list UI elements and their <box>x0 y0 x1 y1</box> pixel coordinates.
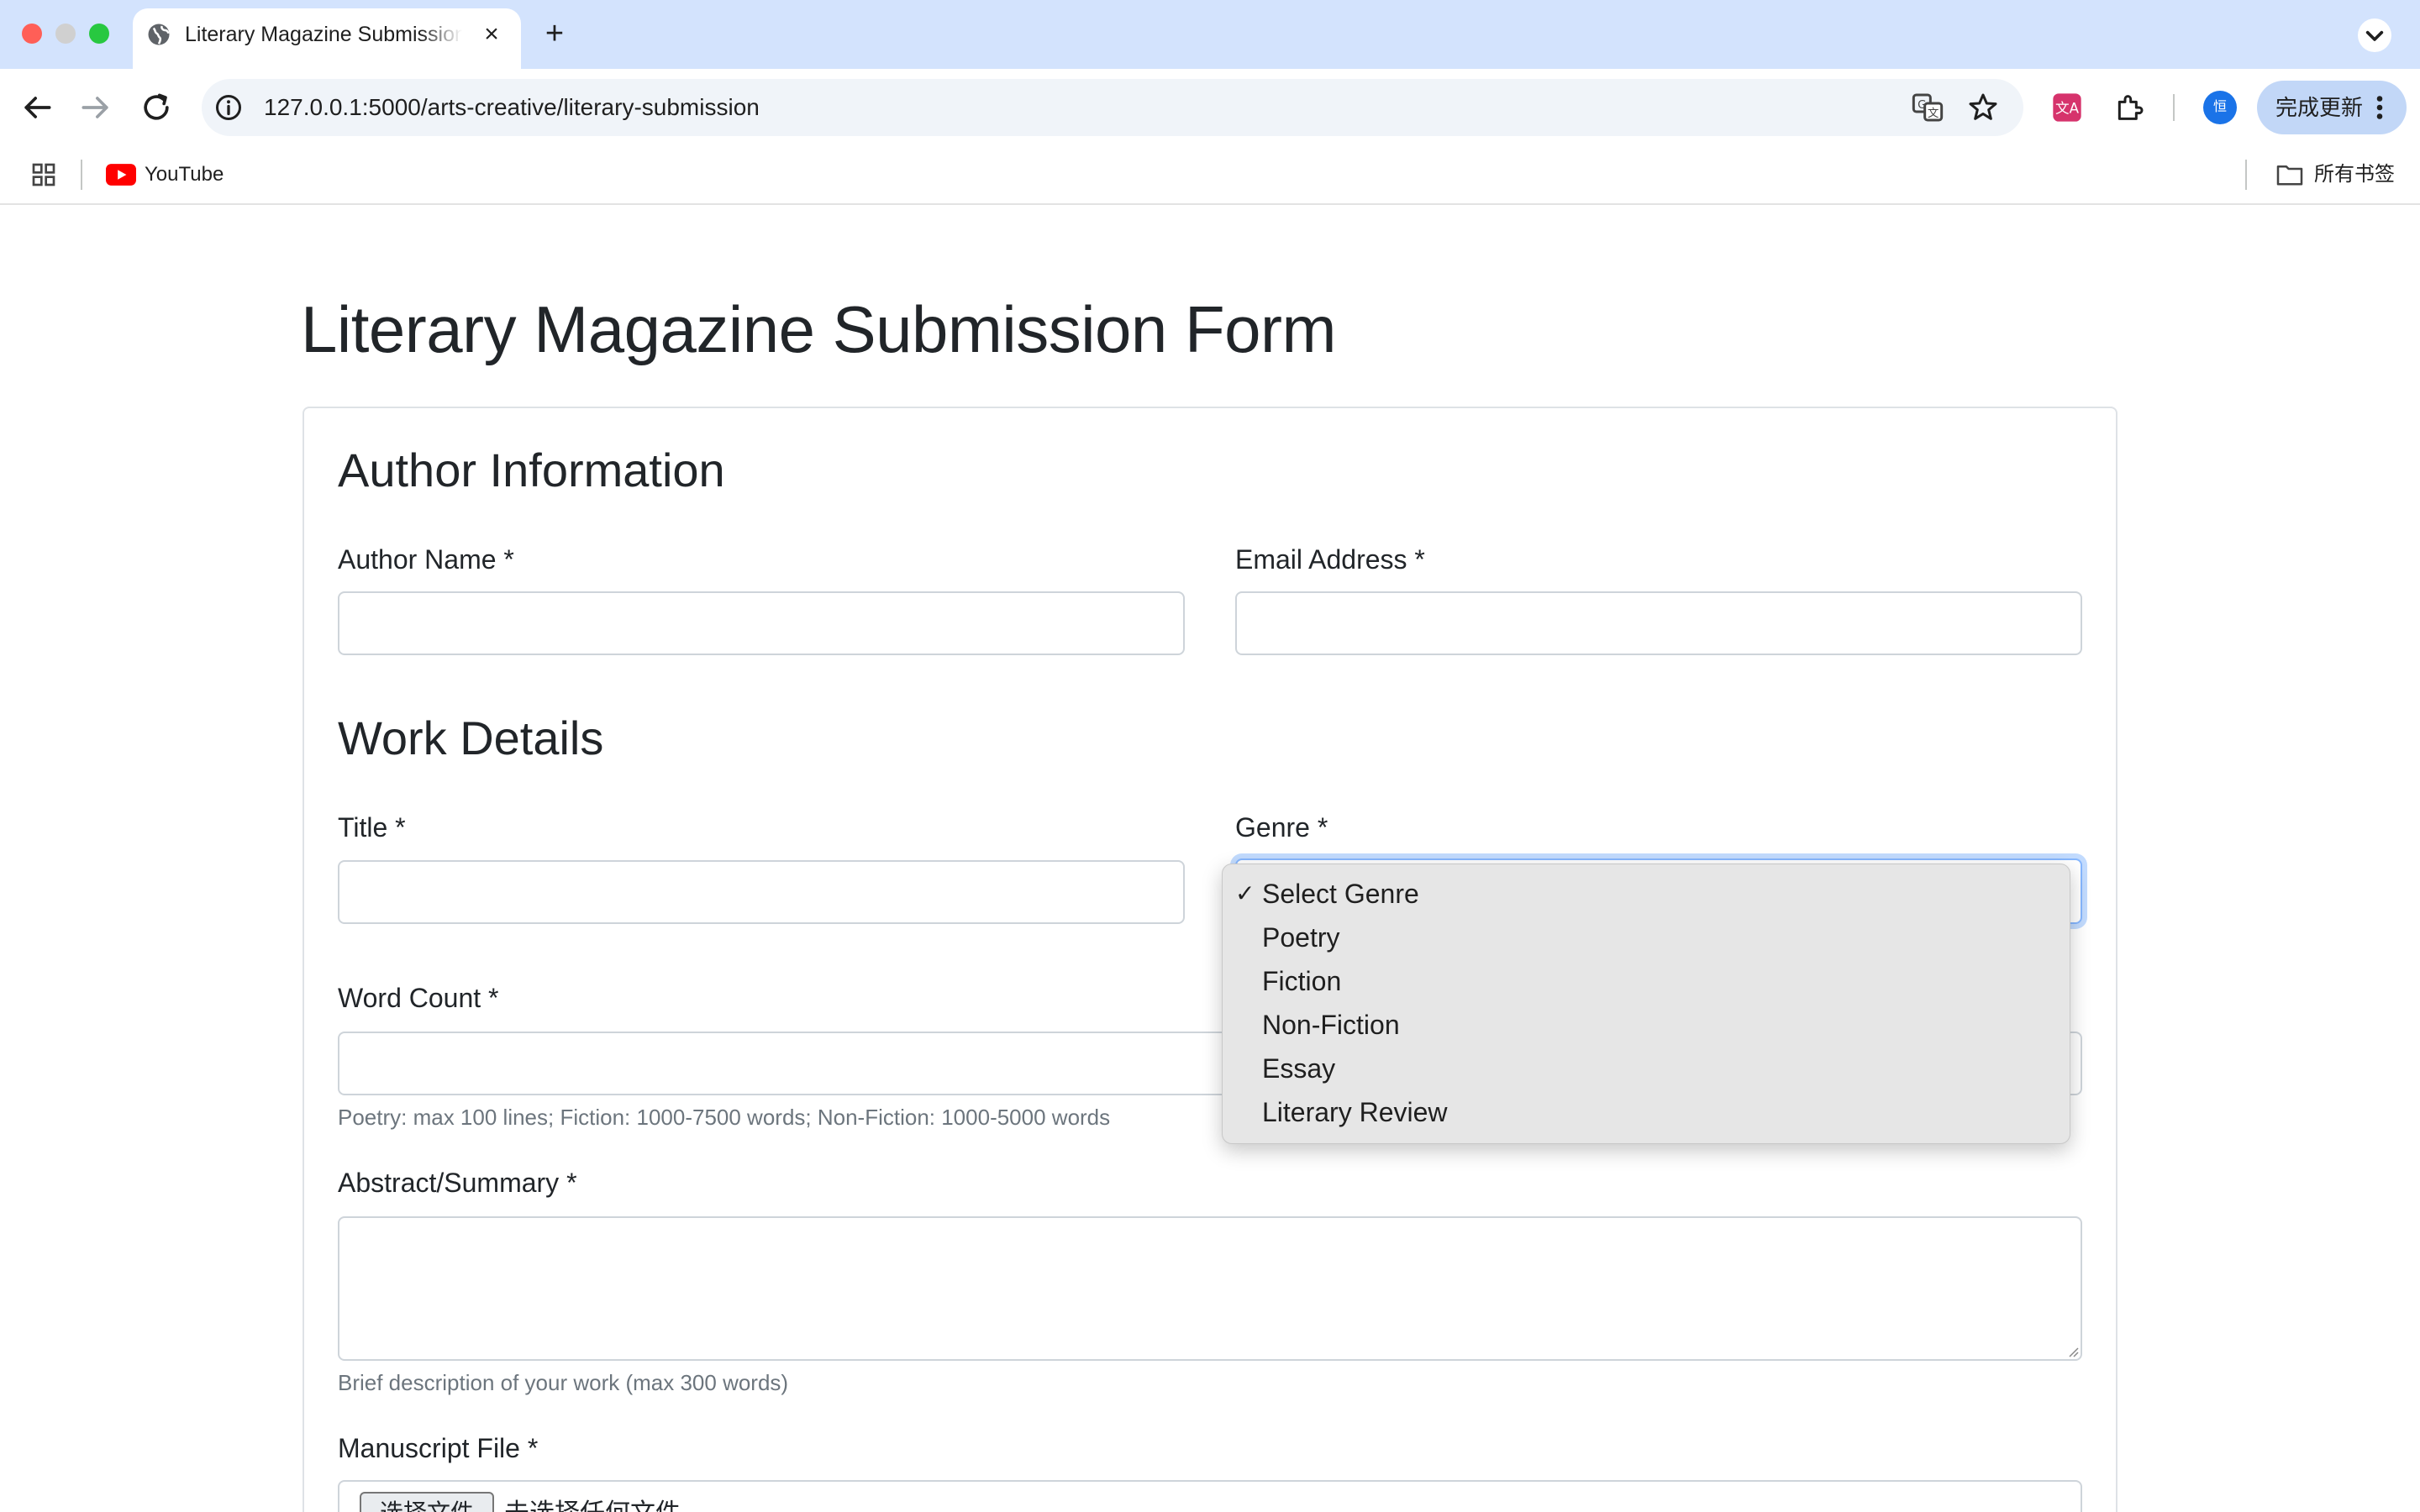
manuscript-label: Manuscript File * <box>338 1433 539 1463</box>
section-title-author: Author Information <box>338 444 725 496</box>
word-count-help: Poetry: max 100 lines; Fiction: 1000-750… <box>338 1105 1111 1130</box>
translator-extension-icon[interactable]: 文A <box>2050 91 2084 124</box>
genre-option-essay[interactable] <box>1222 1047 2070 1090</box>
tab-search-chevron-icon[interactable] <box>2358 18 2391 52</box>
bookmarks-bar <box>0 146 2420 205</box>
email-input[interactable] <box>1235 591 2082 655</box>
bookmarks-divider <box>81 160 82 190</box>
genre-option-label: Select Genre <box>1262 879 1419 909</box>
abstract-textarea[interactable] <box>338 1216 2082 1361</box>
word-count-label: Word Count * <box>338 983 499 1013</box>
genre-label: Genre * <box>1235 812 1328 843</box>
genre-option-label: Essay <box>1262 1053 1336 1084</box>
abstract-label: Abstract/Summary * <box>338 1168 577 1198</box>
bookmarks-divider <box>2245 160 2247 190</box>
bookmark-star-icon[interactable] <box>1966 91 2000 124</box>
folder-icon[interactable] <box>2275 163 2304 186</box>
genre-option-label: Non-Fiction <box>1262 1010 1400 1040</box>
toolbar-divider <box>2173 94 2175 121</box>
more-menu-icon[interactable] <box>2371 92 2388 123</box>
file-status-text: 未选择任何文件 <box>504 1495 681 1512</box>
choose-file-button[interactable]: 选择文件 <box>360 1492 494 1512</box>
url-text[interactable]: 127.0.0.1:5000/arts-creative/literary-su… <box>264 92 760 123</box>
maximize-window-button[interactable] <box>89 24 109 44</box>
apps-grid-icon[interactable] <box>30 161 57 188</box>
translate-icon[interactable]: G 文 <box>1911 91 1944 124</box>
page-title: Literary Magazine Submission Form <box>301 292 1336 366</box>
profile-avatar[interactable]: 恒 <box>2203 91 2237 124</box>
section-title-work: Work Details <box>338 711 604 764</box>
back-arrow-icon[interactable] <box>18 89 55 126</box>
all-bookmarks-link[interactable]: 所有书签 <box>2314 160 2395 190</box>
svg-text:文: 文 <box>1928 107 1939 120</box>
extensions-puzzle-icon[interactable] <box>2112 91 2146 124</box>
new-tab-button[interactable]: + <box>539 18 570 50</box>
title-label: Title * <box>338 812 406 843</box>
genre-option-label: Literary Review <box>1262 1097 1448 1127</box>
tab-title: Literary Magazine Submission Form <box>185 23 462 46</box>
email-label: Email Address * <box>1235 544 1425 575</box>
genre-option-poetry[interactable] <box>1222 916 2070 959</box>
title-input[interactable] <box>338 860 1185 924</box>
reload-icon[interactable] <box>138 89 175 126</box>
svg-text:文A: 文A <box>2055 101 2080 117</box>
abstract-help: Brief description of your work (max 300 … <box>338 1370 789 1395</box>
finish-update-label: 完成更新 <box>2275 95 2364 120</box>
bookmark-youtube[interactable]: YouTube <box>145 160 224 190</box>
close-window-button[interactable] <box>22 24 42 44</box>
youtube-icon[interactable] <box>106 163 136 186</box>
genre-option-fiction[interactable] <box>1222 959 2070 1003</box>
minimize-window-button[interactable] <box>55 24 76 44</box>
resize-handle-icon[interactable] <box>2065 1344 2079 1357</box>
genre-option-label: Fiction <box>1262 966 1342 996</box>
site-info-icon[interactable] <box>213 92 244 123</box>
author-name-label: Author Name * <box>338 544 514 575</box>
tab-close-icon[interactable]: × <box>479 22 504 47</box>
author-name-input[interactable] <box>338 591 1185 655</box>
genre-option-label: Poetry <box>1262 922 1340 953</box>
selected-check-icon: ✓ <box>1235 880 1255 906</box>
forward-arrow-icon[interactable] <box>77 89 114 126</box>
globe-icon <box>148 24 170 45</box>
